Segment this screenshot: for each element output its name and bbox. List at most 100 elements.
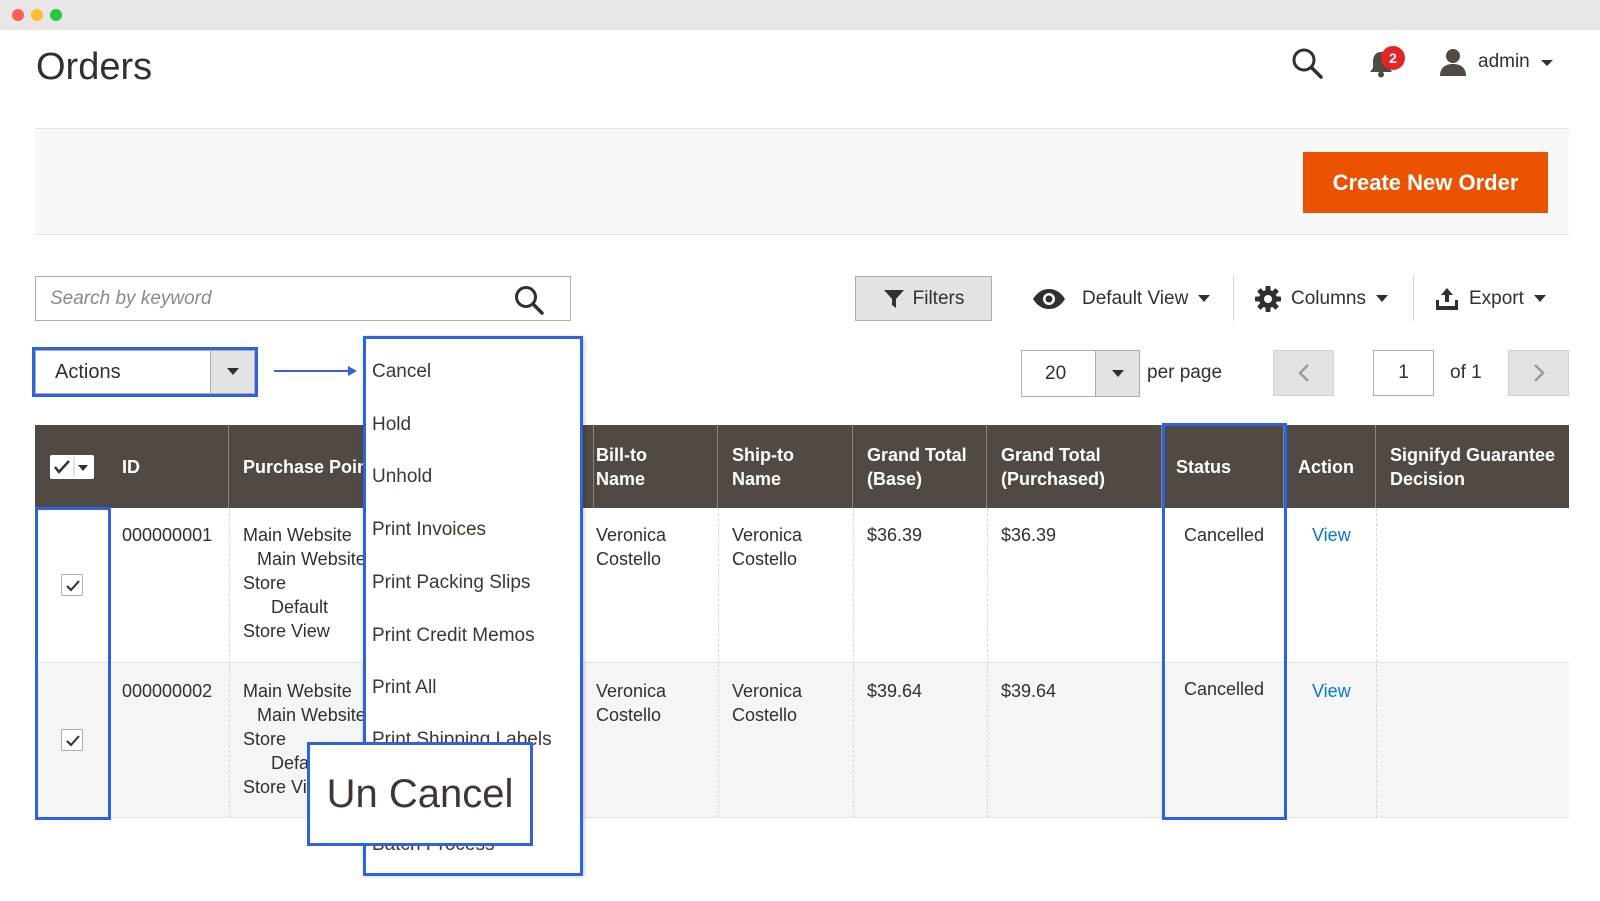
keyword-search-input[interactable] [50,277,490,320]
column-divider [1162,508,1163,818]
menu-item-print-credit-memos[interactable]: Print Credit Memos [372,625,535,647]
column-divider [718,508,719,818]
chevron-down-icon[interactable] [1541,60,1553,66]
page-total-label: of 1 [1450,362,1482,383]
filter-icon [883,289,904,308]
bill-to-name: Veronica Costello [596,679,666,727]
default-view-label: Default View [1082,287,1189,309]
filters-label: Filters [912,287,965,309]
checkmark-icon [54,457,88,477]
menu-item-un-cancel[interactable]: Un Cancel [307,742,533,846]
checkmark-icon [66,735,80,747]
column-header-status[interactable]: Status [1162,425,1284,508]
menu-item-unhold[interactable]: Unhold [372,466,432,488]
bill-to-first-name: Veronica [596,525,667,545]
previous-page-button[interactable] [1273,350,1334,396]
signifyd-header-line1: Signifyd Guarantee [1390,444,1556,465]
purchase-point-line: Store [243,573,287,593]
ship-to-first-name: Veronica [732,525,803,545]
grand-total-purchased-header-line2: (Purchased) [1001,468,1106,489]
ship-to-last-name: Costello [732,549,798,569]
chevron-down-icon [1112,370,1124,377]
default-view-dropdown[interactable]: Default View [1032,276,1211,321]
mass-actions-label: Actions [55,361,121,383]
ship-to-name-header-line2: Name [732,468,782,489]
column-divider [987,508,988,818]
mass-actions-select[interactable]: Actions [35,350,255,394]
column-header-grand-total-purchased[interactable]: Grand Total (Purchased) [987,425,1162,508]
menu-item-print-invoices[interactable]: Print Invoices [372,519,486,541]
grand-total-purchased: $36.39 [1001,525,1057,545]
purchase-point-line: Default [271,597,329,617]
maximize-window-dot[interactable] [50,9,62,21]
column-header-signifyd-decision[interactable]: Signifyd Guarantee Decision [1376,425,1569,508]
ship-to-first-name: Veronica [732,681,803,701]
toolbar-divider [1413,275,1414,321]
window-titlebar [0,0,1600,30]
search-icon[interactable] [1290,46,1324,80]
purchase-point: Main Website Main Website Store Default … [243,523,363,643]
notification-count-badge: 2 [1381,46,1405,70]
column-header-id[interactable]: ID [108,425,229,508]
gear-icon [1255,285,1281,312]
column-divider [1376,508,1377,818]
filters-button[interactable]: Filters [855,276,992,321]
next-page-button[interactable] [1508,350,1569,396]
bill-to-last-name: Costello [596,705,662,725]
per-page-toggle[interactable] [1095,351,1139,396]
bill-to-name-header-line1: Bill-to [596,444,647,465]
view-order-link[interactable]: View [1312,523,1351,547]
purchase-point-line: Main Website [257,549,363,569]
current-page-input[interactable]: 1 [1373,350,1434,396]
bill-to-first-name: Veronica [596,681,667,701]
grand-total-purchased: $39.64 [1001,681,1057,701]
columns-label: Columns [1291,287,1366,309]
user-icon[interactable] [1438,48,1468,76]
bill-to-last-name: Costello [596,549,662,569]
user-menu-name[interactable]: admin [1478,51,1530,73]
select-all-checkbox[interactable] [50,455,94,479]
close-window-dot[interactable] [12,9,24,21]
chevron-down-icon [1533,295,1546,302]
grand-total-base-header-line2: (Base) [867,468,923,489]
menu-item-print-packing-slips[interactable]: Print Packing Slips [372,572,530,594]
per-page-label: per page [1147,362,1223,383]
purchase-point-line: Main Website [243,681,352,701]
order-status: Cancelled [1184,679,1265,699]
chevron-left-icon [1297,364,1309,382]
order-status: Cancelled [1184,525,1265,545]
export-dropdown[interactable]: Export [1435,276,1546,321]
menu-item-cancel[interactable]: Cancel [372,361,431,383]
per-page-select[interactable]: 20 [1021,350,1140,397]
order-id: 000000001 [122,525,213,545]
mass-actions-toggle[interactable] [210,351,254,393]
column-header-ship-to-name[interactable]: Ship-to Name [718,425,853,508]
menu-item-print-all[interactable]: Print All [372,677,436,699]
grand-total-base: $36.39 [867,525,923,545]
view-order-link[interactable]: View [1312,679,1351,703]
ship-to-name: Veronica Costello [732,523,802,571]
column-header-bill-to-name[interactable]: Bill-to Name [582,425,718,508]
annotation-arrow [274,370,350,372]
column-header-grand-total-base[interactable]: Grand Total (Base) [853,425,987,508]
grand-total-base-header-line1: Grand Total [867,444,967,465]
purchase-point-line: Main Website [243,525,352,545]
ship-to-name: Veronica Costello [732,679,802,727]
minimize-window-dot[interactable] [31,9,43,21]
purchase-point-line: Store View [243,621,330,641]
search-icon[interactable] [513,284,545,316]
menu-item-hold[interactable]: Hold [372,414,411,436]
row-checkbox[interactable] [61,574,83,596]
column-divider [108,508,109,818]
create-new-order-button[interactable]: Create New Order [1303,152,1548,213]
ship-to-name-header-line1: Ship-to [732,444,794,465]
bill-to-name-header-line2: Name [596,468,646,489]
upload-icon [1436,287,1458,310]
grand-total-purchased-header-line1: Grand Total [1001,444,1101,465]
bill-to-name: Veronica Costello [596,523,666,571]
row-checkbox[interactable] [61,729,83,751]
columns-dropdown[interactable]: Columns [1255,276,1388,321]
chevron-down-icon [227,368,239,375]
column-header-action: Action [1284,425,1376,508]
keyword-search-box [35,276,571,321]
